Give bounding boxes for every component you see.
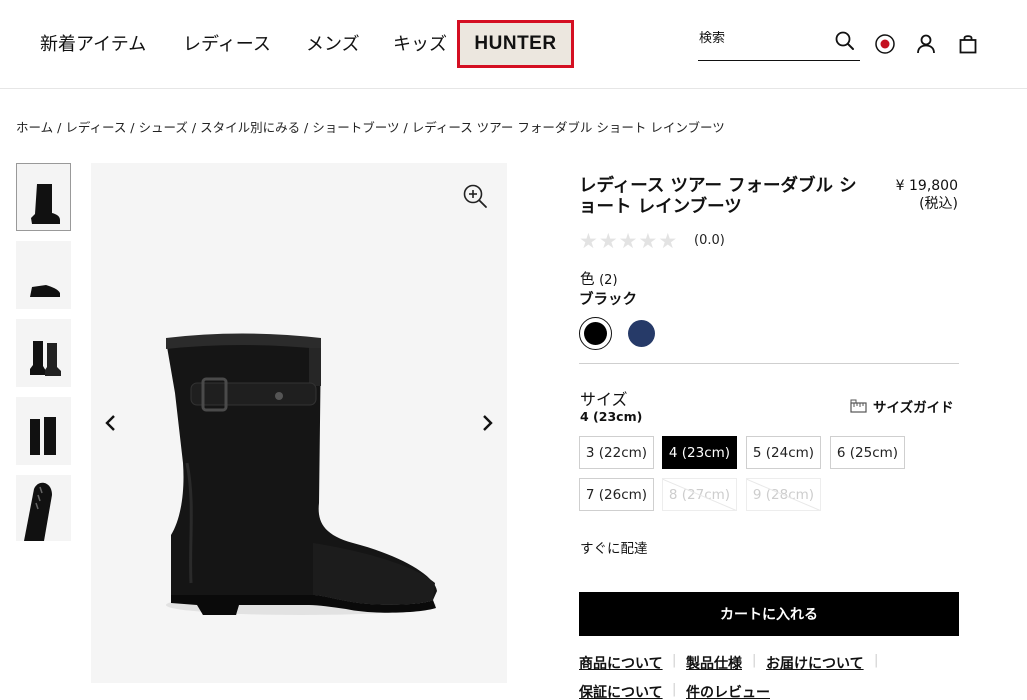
separator: | [672, 653, 677, 668]
boot-pair-image [30, 341, 61, 376]
thumbnail-2[interactable] [16, 241, 71, 309]
tax-note: (税込) [919, 196, 958, 212]
size-guide-link[interactable]: サイズガイド [850, 396, 954, 416]
thumbnail-1[interactable] [16, 163, 71, 231]
region-icon[interactable] [874, 33, 896, 55]
price-value: ¥ 19,800 [895, 178, 958, 194]
breadcrumb-shoes[interactable]: シューズ [139, 120, 188, 135]
color-swatch-black[interactable] [579, 317, 612, 350]
shipping-info: すぐに配達 [580, 541, 648, 557]
star-icon: ★ [598, 229, 618, 253]
size-option-4[interactable]: 4 (23cm) [662, 436, 737, 469]
breadcrumb-style[interactable]: スタイル別にみる [200, 120, 300, 135]
size-label: サイズ [580, 390, 628, 409]
star-icon: ★ [579, 229, 598, 253]
link-product-info[interactable]: 商品について [579, 653, 663, 673]
product-main-image[interactable] [91, 163, 507, 683]
nav-kids[interactable]: キッズ [393, 30, 447, 56]
link-reviews[interactable]: 件のレビュー [686, 682, 770, 700]
breadcrumb-ladies[interactable]: レディース [65, 120, 126, 135]
size-option-7[interactable]: 7 (26cm) [579, 478, 654, 511]
separator: | [752, 653, 757, 668]
selected-size: 4 (23cm) [580, 409, 643, 424]
boot-side-image [31, 184, 60, 224]
thumbnail-4[interactable] [16, 397, 71, 465]
logo-text: HUNTER [474, 33, 557, 54]
nav-mens[interactable]: メンズ [306, 30, 360, 56]
star-icon: ★ [638, 229, 658, 253]
color-label-text: 色 [580, 272, 595, 288]
brand-logo[interactable]: HUNTER [457, 20, 574, 68]
breadcrumb-current: レディース ツアー フォーダブル ショート レインブーツ [411, 120, 725, 135]
search-bar [698, 28, 860, 61]
link-specs[interactable]: 製品仕様 [686, 653, 742, 673]
rating-stars[interactable]: ★ ★ ★ ★ ★ [579, 231, 677, 252]
separator: | [672, 682, 677, 697]
boot-main-image [166, 333, 437, 615]
breadcrumb-home[interactable]: ホーム [16, 120, 53, 135]
nav-ladies[interactable]: レディース [183, 30, 271, 56]
chevron-left-icon[interactable] [101, 412, 121, 434]
boot-sole-image [24, 482, 52, 541]
cart-icon[interactable] [957, 33, 979, 55]
size-option-9: 9 (28cm) [746, 478, 821, 511]
link-warranty[interactable]: 保証について [579, 682, 663, 700]
product-title: レディース ツアー フォーダブル ショート レインブーツ [579, 176, 857, 217]
chevron-right-icon[interactable] [477, 412, 497, 434]
breadcrumb-short-boots[interactable]: ショートブーツ [312, 120, 399, 135]
boot-back-image [30, 417, 56, 455]
breadcrumb: ホーム / レディース / シューズ / スタイル別にみる / ショートブーツ … [16, 120, 725, 135]
divider [579, 363, 959, 364]
rating-value: (0.0) [694, 233, 725, 248]
site-header: 新着アイテム レディース メンズ キッズ HUNTER [0, 0, 1027, 89]
size-guide-label: サイズガイド [873, 400, 954, 416]
color-count: (2) [599, 273, 618, 288]
star-icon: ★ [658, 229, 678, 253]
size-option-8: 8 (27cm) [662, 478, 737, 511]
ruler-icon [850, 399, 867, 413]
link-delivery[interactable]: お届けについて [766, 653, 864, 673]
nav-new-items[interactable]: 新着アイテム [40, 30, 146, 56]
selected-color: ブラック [579, 292, 637, 308]
add-to-cart-button[interactable]: カートに入れる [579, 592, 959, 636]
star-icon: ★ [618, 229, 638, 253]
account-icon[interactable] [915, 33, 937, 55]
search-icon[interactable] [834, 30, 856, 52]
zoom-icon[interactable] [461, 182, 489, 210]
size-option-6[interactable]: 6 (25cm) [830, 436, 905, 469]
color-label: 色 (2) [580, 268, 618, 289]
search-input[interactable] [699, 31, 829, 46]
size-option-5[interactable]: 5 (24cm) [746, 436, 821, 469]
separator: | [874, 653, 879, 668]
swatch-fill [584, 322, 607, 345]
product-price: ¥ 19,800 (税込) [870, 177, 958, 213]
color-swatch-navy[interactable] [628, 320, 655, 347]
thumbnail-5[interactable] [16, 475, 71, 541]
size-option-3[interactable]: 3 (22cm) [579, 436, 654, 469]
thumbnail-3[interactable] [16, 319, 71, 387]
boot-folded-image [30, 285, 60, 297]
